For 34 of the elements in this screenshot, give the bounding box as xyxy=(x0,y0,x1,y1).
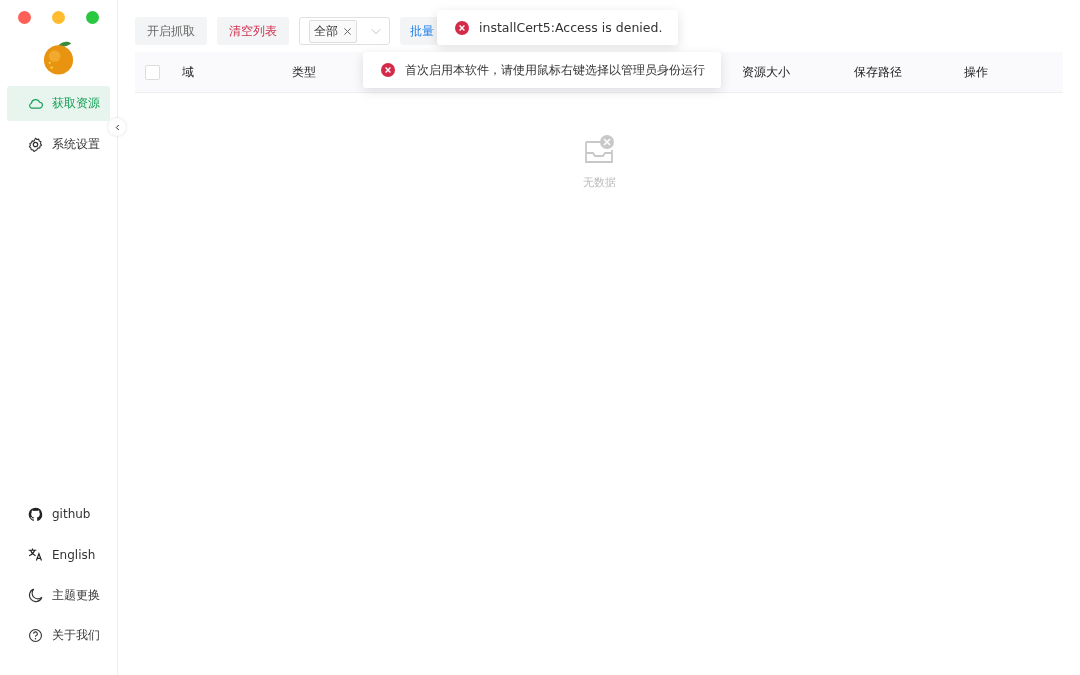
filter-tag: 全部 xyxy=(309,19,357,43)
filter-select[interactable]: 全部 xyxy=(299,17,390,45)
column-header: 资源大小 xyxy=(742,64,790,79)
collapse-button[interactable] xyxy=(108,118,126,136)
moon-icon xyxy=(27,586,44,604)
column-header: 类型 xyxy=(292,64,316,79)
menu-item[interactable]: 主题更换 xyxy=(7,577,110,613)
empty-text: 无数据 xyxy=(582,175,616,190)
error-toast: installCert5:Access is denied. xyxy=(437,10,679,45)
dropdown-caret-icon xyxy=(371,27,381,35)
menu-item[interactable]: 关于我们 xyxy=(7,618,110,653)
translate-icon xyxy=(27,546,44,563)
clear-list-button[interactable]: 清空列表 xyxy=(217,17,289,45)
remove-icon[interactable] xyxy=(343,26,352,36)
column-header: 操作 xyxy=(964,64,988,79)
column-header: 域 xyxy=(182,64,194,79)
menu-item[interactable]: github xyxy=(7,496,110,532)
nav-item[interactable]: 系统设置 xyxy=(7,127,110,162)
minimize-window-button[interactable] xyxy=(52,11,65,24)
error-icon xyxy=(455,20,469,35)
column-header: 保存路径 xyxy=(854,64,902,79)
start-capture-button[interactable]: 开启抓取 xyxy=(135,17,207,45)
select-all-checkbox[interactable] xyxy=(145,64,160,80)
menu-item[interactable]: English xyxy=(7,537,110,572)
help-icon xyxy=(27,627,44,644)
error-icon xyxy=(381,63,395,77)
github-icon xyxy=(27,505,44,523)
settings-icon xyxy=(27,136,44,153)
empty-inbox-icon xyxy=(583,134,615,166)
fruit-logo xyxy=(42,39,75,75)
error-toast: 首次启用本软件，请使用鼠标右键选择以管理员身份运行 xyxy=(363,52,721,88)
close-window-button[interactable] xyxy=(18,11,31,24)
chevron-left-icon xyxy=(114,123,120,131)
maximize-window-button[interactable] xyxy=(86,11,99,24)
